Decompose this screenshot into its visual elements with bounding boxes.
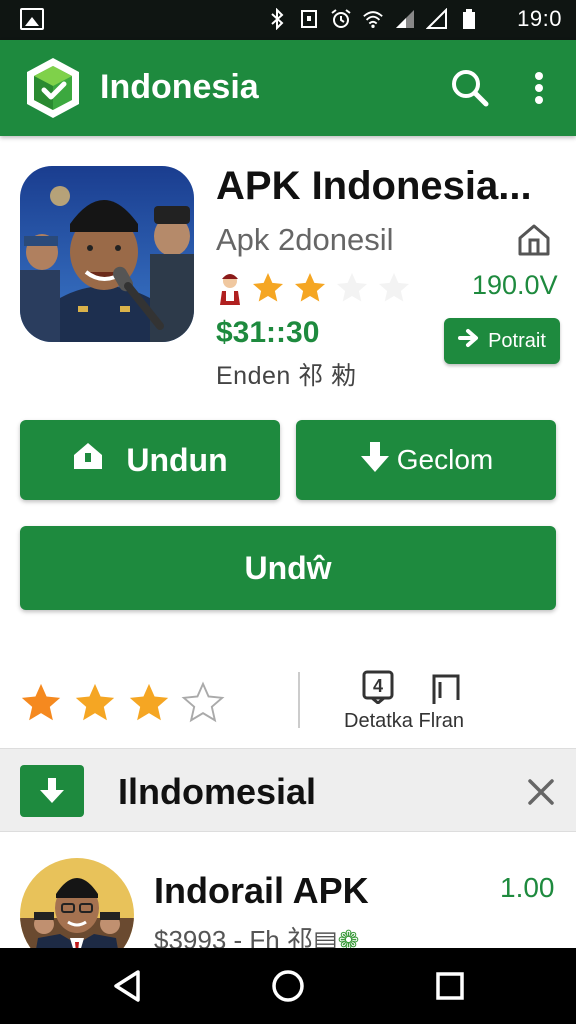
star-icon (250, 270, 286, 311)
detail-badge-number: 4 (373, 676, 383, 696)
clock: 19:0 (517, 6, 562, 31)
app-version: 190.0V (472, 270, 558, 300)
list-item-subtitle: $3993 - Fh 祁▤❁ (154, 920, 359, 948)
battery-icon (458, 7, 480, 31)
portrait-button-label: Potrait (488, 329, 546, 352)
list-item-title: Indorail APK (154, 870, 369, 911)
divider (298, 672, 300, 728)
developer-name[interactable]: Apk 2donesil (216, 222, 394, 258)
status-bar: 19:0 (0, 0, 576, 40)
download-wide-button[interactable]: Undŵ (20, 526, 556, 610)
more-vert-icon[interactable] (524, 66, 554, 110)
download-banner: Ilndomesial (0, 748, 576, 832)
portrait-button[interactable]: Potrait (444, 318, 560, 364)
navigation-bar (0, 948, 576, 1024)
flag-icon[interactable] (430, 672, 464, 706)
rating-stars[interactable] (18, 680, 226, 731)
star-empty-icon (376, 270, 412, 311)
close-icon[interactable] (522, 773, 560, 811)
cart-icon: ▤ (312, 925, 338, 948)
download-wide-label: Undŵ (244, 549, 332, 586)
install-button[interactable]: Undun (20, 420, 280, 500)
app-rating (216, 270, 412, 310)
star-icon (292, 270, 328, 311)
home-icon (72, 441, 104, 479)
signal-icon (394, 7, 416, 31)
app-icon (20, 166, 194, 342)
home-circle-icon[interactable] (268, 966, 308, 1006)
home-icon[interactable] (516, 222, 552, 258)
download-button[interactable]: Geclom (296, 420, 556, 500)
download-icon (20, 765, 84, 817)
arrow-right-icon (458, 328, 482, 354)
leaf-icon: ❁ (337, 925, 360, 948)
install-button-label: Undun (126, 441, 228, 478)
download-arrow-icon (359, 440, 391, 481)
banner-title: Ilndomesial (118, 771, 317, 812)
bluetooth-icon (266, 7, 288, 31)
list-item[interactable]: Indorail APK 1.00 $3993 - Fh 祁▤❁ (0, 840, 576, 948)
signal-icon-2 (426, 7, 448, 31)
person-icon (216, 271, 244, 310)
download-button-label: Geclom (396, 444, 494, 475)
back-icon[interactable] (108, 966, 148, 1006)
recents-icon[interactable] (430, 966, 470, 1006)
star-empty-icon (180, 680, 226, 731)
search-icon[interactable] (450, 66, 490, 110)
star-icon (126, 680, 172, 731)
list-item-version: 1.00 (500, 872, 555, 903)
status-icons (266, 7, 480, 31)
vibrate-icon (298, 7, 320, 31)
detail-badge-icon[interactable]: 4 (362, 670, 394, 705)
app-bar: Indonesia (0, 40, 576, 136)
image-notification-icon (20, 8, 44, 30)
alarm-icon (330, 7, 352, 31)
star-icon (72, 680, 118, 731)
app-bar-title: Indonesia (100, 68, 259, 106)
list-item-avatar (20, 858, 134, 948)
star-icon (18, 680, 64, 731)
app-name: APK Indonesia... (216, 164, 532, 208)
wifi-icon (362, 7, 384, 31)
app-logo-icon (24, 56, 82, 120)
detail-label[interactable]: Detatka Flran (344, 710, 464, 733)
app-extra-info: Enden 祁 勑 (216, 362, 357, 390)
app-price: $31::30 (216, 316, 320, 349)
star-empty-icon (334, 270, 370, 311)
